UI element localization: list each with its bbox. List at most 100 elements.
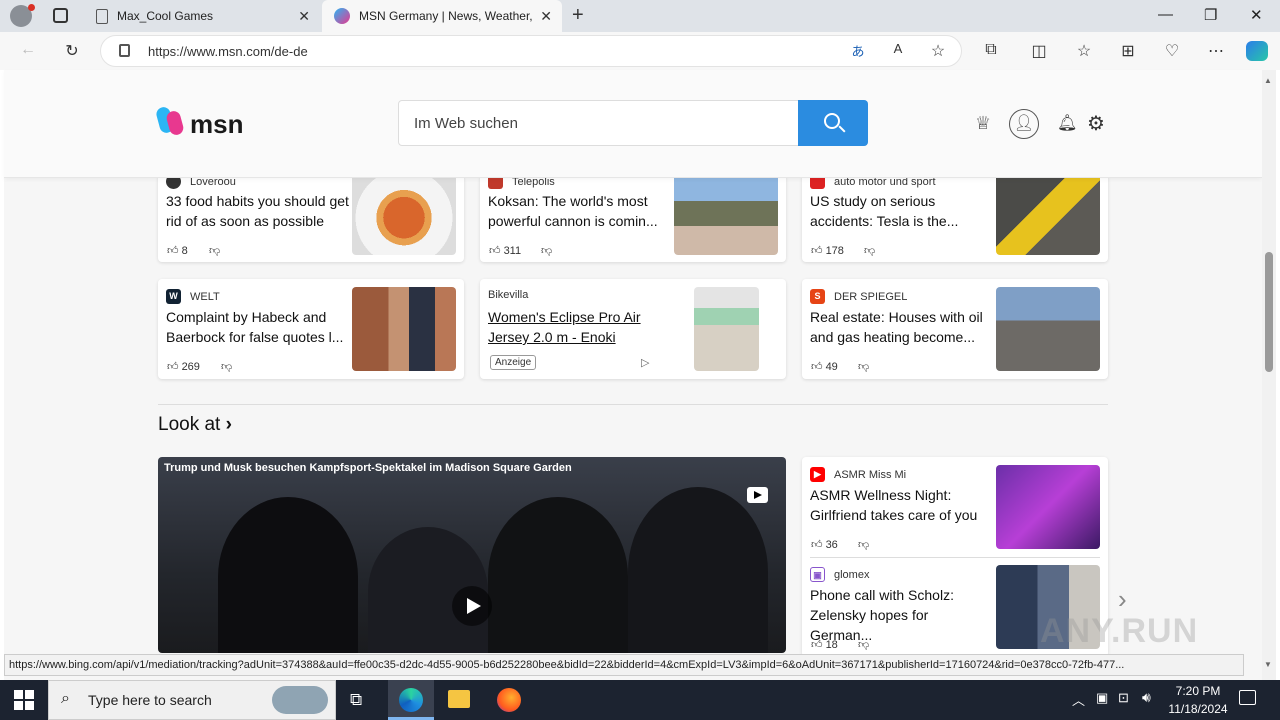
crash-car-image[interactable] (996, 172, 1100, 255)
volume-icon[interactable]: 🔊︎ (1142, 689, 1151, 706)
like-count[interactable]: 👍︎ 36 (811, 538, 838, 551)
section-title-text: Look at (158, 414, 221, 435)
card-title[interactable]: Phone call with Scholz: Zelensky hopes f… (810, 585, 994, 645)
thumbs-down-icon[interactable]: 👎︎ (541, 244, 552, 257)
like-count[interactable]: 👍︎ 269 (167, 360, 200, 373)
video-caption: Trump und Musk besuchen Kampfsport-Spekt… (164, 462, 572, 474)
thumbs-up-icon[interactable]: 👍︎ (811, 245, 823, 257)
notifications-icon[interactable] (1239, 690, 1256, 705)
scroll-up-icon[interactable]: ▲ (1264, 76, 1272, 85)
play-button-icon[interactable] (452, 586, 492, 626)
thumbs-down-icon[interactable]: 👎︎ (858, 538, 869, 551)
chevron-right-icon: › (225, 414, 232, 435)
firefox-icon[interactable] (497, 688, 521, 712)
task-view-icon[interactable]: ⧉ (350, 690, 362, 710)
pasta-image[interactable] (352, 172, 456, 255)
close-tab-icon[interactable]: ✕ (298, 8, 310, 25)
watermark: ANY.RUN (1040, 612, 1199, 650)
read-aloud-icon[interactable]: A (888, 41, 908, 56)
thumbs-down-icon[interactable]: 👎︎ (221, 360, 232, 373)
thumbs-up-icon[interactable]: 👍︎ (167, 361, 179, 373)
cannon-image[interactable] (674, 172, 778, 255)
carousel-next-icon[interactable]: › (1118, 584, 1127, 615)
edge-icon (399, 688, 423, 712)
extensions-icon[interactable]: ⧉ (981, 41, 1001, 59)
scrollbar-thumb[interactable] (1265, 252, 1273, 372)
section-divider (158, 404, 1108, 405)
thumbs-up-icon[interactable]: 👍︎ (489, 245, 501, 257)
maximize-icon[interactable]: ❐ (1204, 6, 1217, 24)
minimize-icon[interactable]: — (1158, 6, 1173, 23)
chevron-up-icon[interactable]: ︿ (1072, 690, 1085, 709)
ad-title[interactable]: Women's Eclipse Pro Air Jersey 2.0 m - E… (488, 307, 672, 347)
search-button[interactable] (798, 100, 868, 146)
thumbs-down-icon[interactable]: 👎︎ (858, 360, 869, 373)
section-title[interactable]: Look at › (158, 414, 232, 436)
city-image[interactable] (996, 287, 1100, 371)
clock-date[interactable]: 11/18/2024 (1162, 702, 1234, 716)
asmr-video-thumb[interactable] (996, 465, 1100, 549)
collections-icon[interactable]: ⊞ (1118, 41, 1138, 61)
translate-icon[interactable]: あ (848, 41, 868, 60)
like-count[interactable]: 👍︎ 49 (811, 360, 838, 373)
refresh-icon[interactable]: ↻ (62, 41, 82, 61)
like-count[interactable]: 👍︎ 8 (167, 244, 188, 257)
sign-in-icon[interactable]: 👤︎ (1009, 109, 1039, 139)
scrollbar[interactable] (1262, 70, 1276, 682)
tab-max-cool-games[interactable]: Max_Cool Games ✕ (84, 0, 320, 32)
thumbs-down-icon[interactable]: 👎︎ (864, 244, 875, 257)
clock-time[interactable]: 7:20 PM (1162, 684, 1234, 698)
thumbs-up-icon[interactable]: 👍︎ (811, 639, 823, 651)
card-title[interactable]: Complaint by Habeck and Baerbock for fal… (166, 307, 350, 347)
thumbs-up-icon[interactable]: 👍︎ (811, 361, 823, 373)
msn-logo-icon[interactable] (154, 105, 188, 137)
thumbs-up-icon[interactable]: 👍︎ (167, 245, 179, 257)
scroll-down-icon[interactable]: ▼ (1264, 660, 1272, 669)
card-title[interactable]: Koksan: The world's most powerful cannon… (488, 191, 672, 231)
network-icon[interactable]: ⊡ (1118, 690, 1129, 706)
performance-icon[interactable]: ♡ (1162, 41, 1182, 61)
card-title[interactable]: Real estate: Houses with oil and gas hea… (810, 307, 994, 347)
thumbs-down-icon[interactable]: 👎︎ (209, 244, 220, 257)
card-source: S DER SPIEGEL (810, 289, 907, 304)
card-title[interactable]: 33 food habits you should get rid of as … (166, 191, 350, 231)
tab-msn[interactable]: MSN Germany | News, Weather, S ✕ (322, 0, 562, 32)
device-icon[interactable]: ▣ (1096, 690, 1108, 706)
back-icon[interactable]: ← (18, 41, 38, 59)
copilot-icon[interactable] (1246, 41, 1268, 61)
windows-start-icon[interactable] (14, 690, 34, 710)
search-placeholder[interactable]: Im Web suchen (414, 115, 518, 132)
rewards-icon[interactable]: ♕ (975, 113, 991, 134)
ad-choices-icon[interactable]: ▷ (641, 356, 649, 369)
politicians-image[interactable] (352, 287, 456, 371)
settings-gear-icon[interactable]: ⚙ (1087, 111, 1105, 136)
card-title[interactable]: US study on serious accidents: Tesla is … (810, 191, 994, 231)
thumbs-up-icon[interactable]: 👍︎ (811, 539, 823, 551)
file-explorer-icon[interactable] (448, 690, 470, 708)
lock-icon[interactable] (119, 44, 130, 57)
card-title[interactable]: ASMR Wellness Night: Girlfriend takes ca… (810, 485, 994, 525)
favorite-star-icon[interactable]: ☆ (928, 41, 948, 61)
notification-bell-icon[interactable]: 🔔︎ (1057, 113, 1077, 133)
tab-actions-icon[interactable] (53, 8, 68, 23)
new-tab-icon[interactable]: + (572, 4, 584, 27)
like-count[interactable]: 👍︎ 311 (489, 244, 521, 257)
more-menu-icon[interactable]: ⋯ (1206, 41, 1226, 61)
jersey-image[interactable] (694, 287, 759, 371)
msn-logo[interactable]: msn (190, 109, 243, 140)
like-value: 36 (825, 539, 838, 551)
url-text[interactable]: https://www.msn.com/de-de (148, 44, 308, 59)
like-count[interactable]: 👍︎ 178 (811, 244, 844, 257)
favorites-icon[interactable]: ☆ (1074, 41, 1094, 61)
like-count[interactable]: 👍︎ 18 (811, 638, 838, 651)
thumbs-down-icon[interactable]: 👎︎ (858, 638, 869, 651)
edge-taskbar-button[interactable] (388, 680, 434, 720)
taskbar-search-placeholder[interactable]: Type here to search (88, 692, 212, 708)
list-divider (810, 557, 1100, 558)
status-bar-url: https://www.bing.com/api/v1/mediation/tr… (4, 654, 1244, 676)
close-tab-icon[interactable]: ✕ (540, 8, 552, 25)
split-screen-icon[interactable]: ◫ (1029, 41, 1049, 61)
close-window-icon[interactable]: ✕ (1250, 6, 1263, 24)
like-value: 18 (825, 639, 838, 651)
source-logo-icon: S (810, 289, 825, 304)
